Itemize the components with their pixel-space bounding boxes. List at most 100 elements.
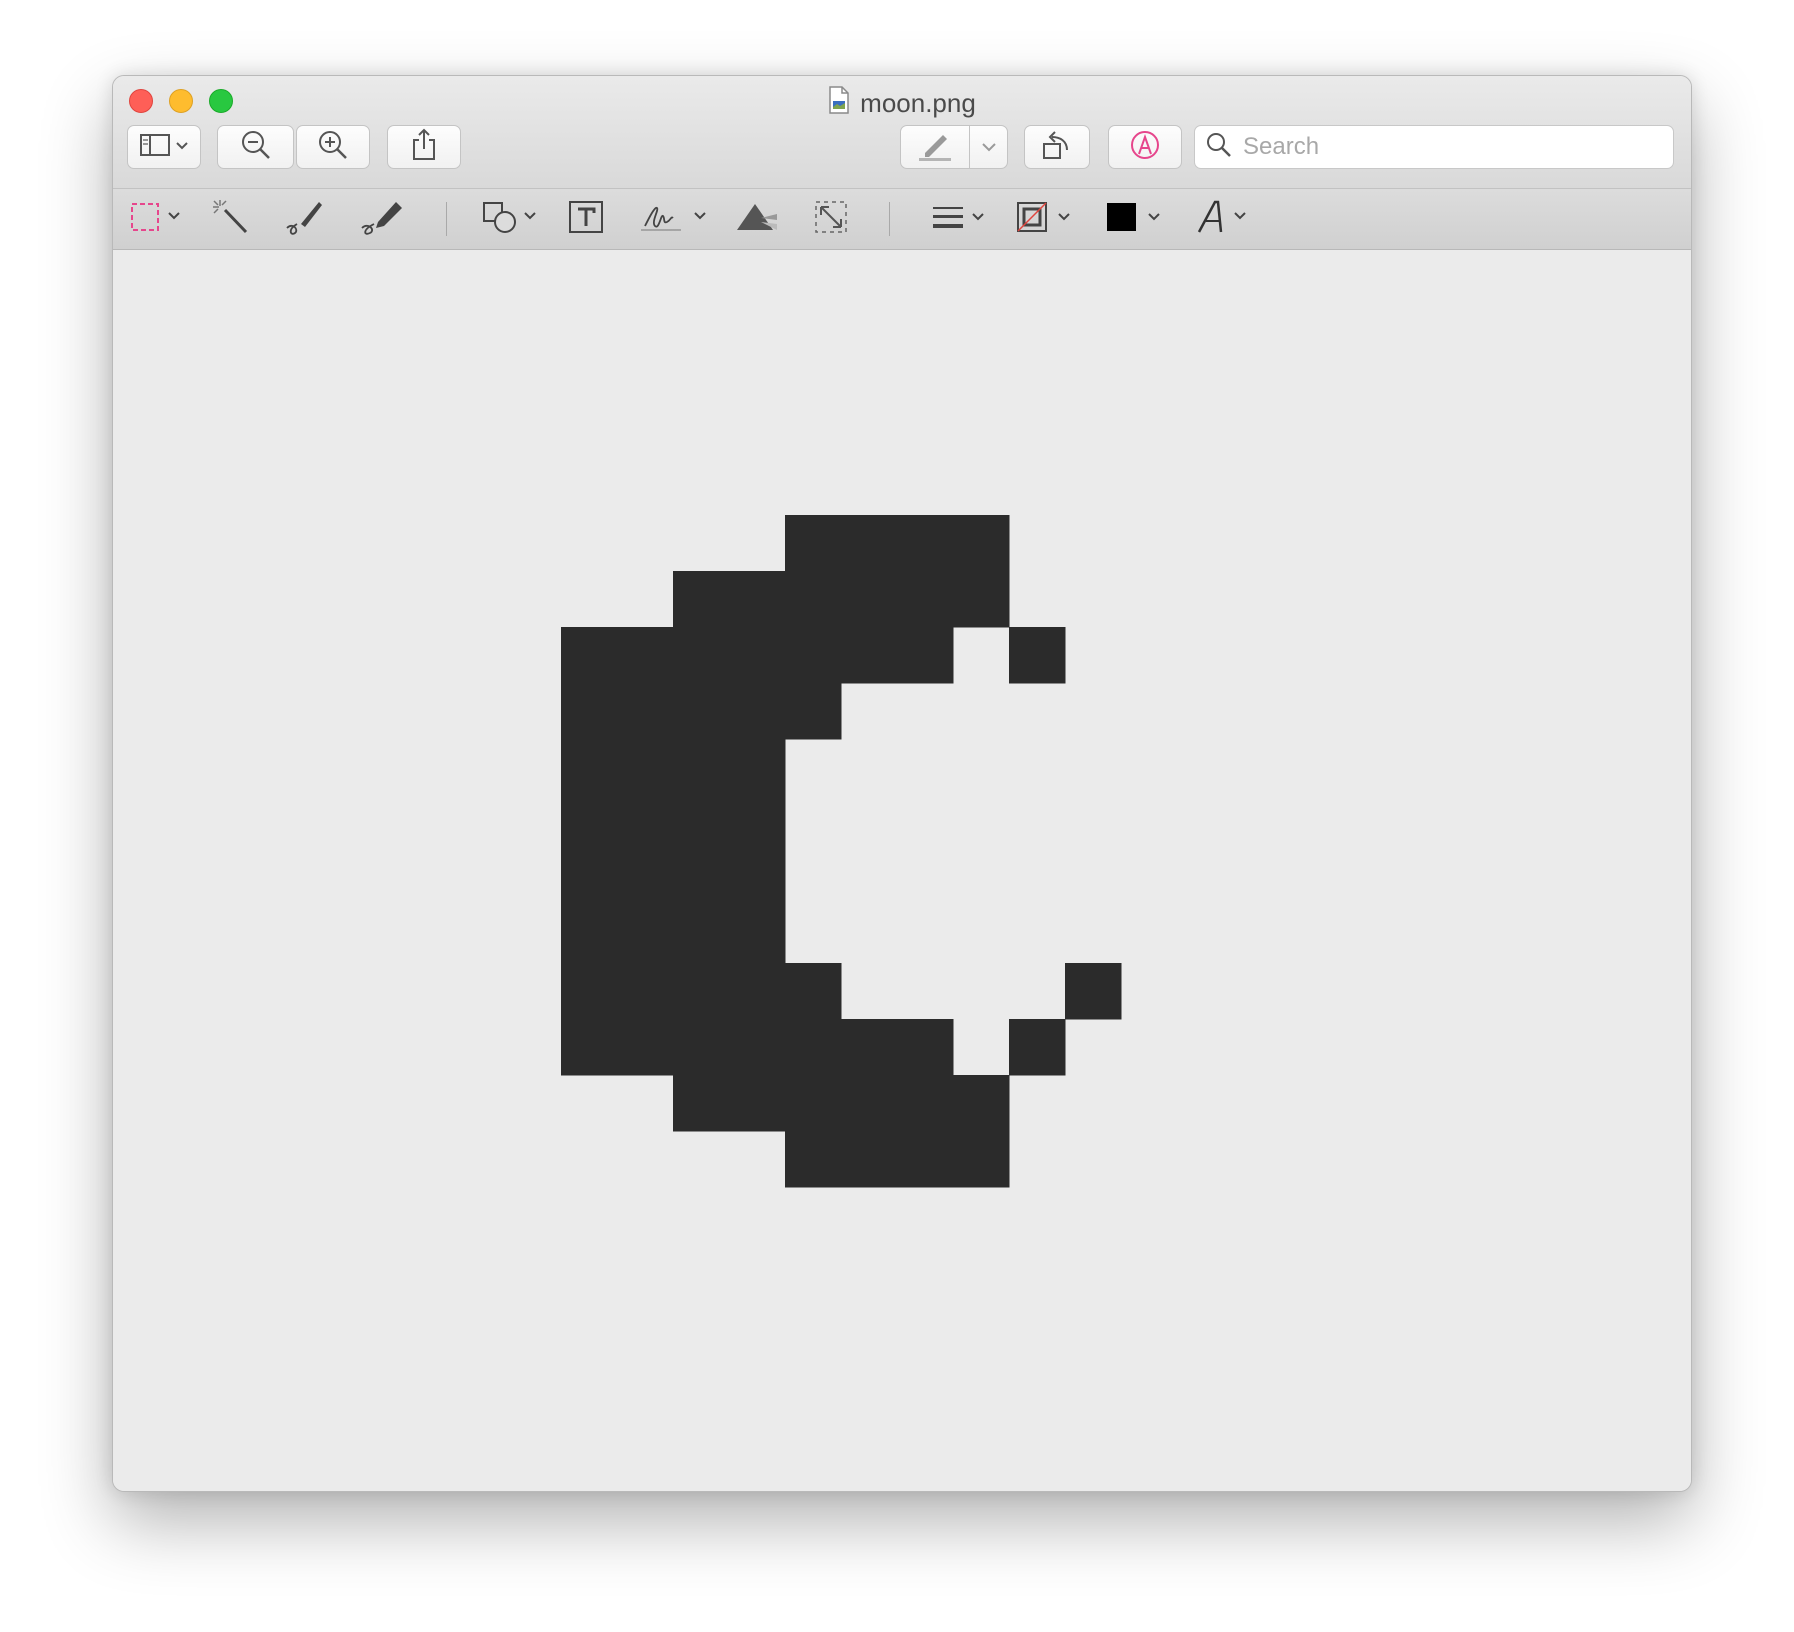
share-button[interactable] <box>387 125 461 169</box>
resize-icon <box>813 199 849 240</box>
border-color-icon <box>1015 199 1077 240</box>
adjust-size-tool[interactable] <box>813 199 849 239</box>
image-pixel <box>561 627 618 684</box>
moon-image <box>561 515 1122 1188</box>
window-title: moon.png <box>113 86 1691 121</box>
shapes-tool[interactable] <box>481 199 543 239</box>
image-pixel <box>617 851 674 908</box>
image-pixel <box>561 683 618 740</box>
sign-tool[interactable] <box>639 199 711 239</box>
rotate-icon <box>1040 128 1074 167</box>
signature-icon <box>639 198 711 241</box>
text-style-tool[interactable] <box>1195 199 1253 239</box>
image-pixel <box>785 515 842 572</box>
toolbar-separator <box>889 202 890 236</box>
image-pixel <box>673 739 730 796</box>
text-box-icon <box>567 198 605 241</box>
sketch-tool[interactable] <box>283 199 327 239</box>
draw-icon <box>358 198 406 241</box>
image-pixel <box>673 907 730 964</box>
image-pixel <box>617 795 674 852</box>
image-canvas <box>113 250 1691 1491</box>
zoom-out-button[interactable] <box>217 125 294 169</box>
image-pixel <box>561 851 618 908</box>
image-pixel <box>561 963 618 1020</box>
rectangular-selection-icon <box>129 199 187 240</box>
fill-color-swatch-icon <box>1105 199 1167 240</box>
prism-icon <box>733 198 781 241</box>
image-pixel <box>673 851 730 908</box>
rotate-button[interactable] <box>1024 125 1090 169</box>
sidebar-button[interactable] <box>127 125 201 169</box>
image-pixel <box>673 795 730 852</box>
window-title-text: moon.png <box>860 88 976 118</box>
image-pixel <box>785 1019 842 1076</box>
image-pixel <box>673 963 730 1020</box>
image-pixel <box>729 739 786 796</box>
image-pixel <box>953 515 1010 572</box>
title-bar: moon.png <box>113 76 1691 188</box>
preview-window: moon.png <box>112 75 1692 1492</box>
line-style-icon <box>929 199 989 240</box>
selection-tool[interactable] <box>129 199 187 239</box>
image-pixel <box>729 683 786 740</box>
image-pixel <box>841 1019 898 1076</box>
image-pixel <box>841 515 898 572</box>
font-icon <box>1195 198 1253 241</box>
image-pixel <box>729 795 786 852</box>
image-pixel <box>1009 627 1066 684</box>
markup-button[interactable] <box>1108 125 1182 169</box>
toolbar-separator <box>446 202 447 236</box>
image-pixel <box>841 571 898 628</box>
fill-color-tool[interactable] <box>1105 199 1167 239</box>
zoom-in-button[interactable] <box>296 125 370 169</box>
image-pixel <box>897 1019 954 1076</box>
image-pixel <box>673 571 730 628</box>
image-pixel <box>897 515 954 572</box>
markup-toolbar <box>113 188 1691 250</box>
image-pixel <box>729 851 786 908</box>
image-pixel <box>561 739 618 796</box>
draw-tool[interactable] <box>358 199 406 239</box>
image-pixel <box>617 683 674 740</box>
text-tool[interactable] <box>567 199 605 239</box>
image-pixel <box>897 571 954 628</box>
image-pixel <box>841 1075 898 1132</box>
image-pixel <box>1009 1019 1066 1076</box>
image-pixel <box>617 739 674 796</box>
share-icon <box>410 128 438 167</box>
image-pixel <box>785 963 842 1020</box>
image-pixel <box>785 1131 842 1188</box>
image-pixel <box>729 907 786 964</box>
border-color-tool[interactable] <box>1015 199 1077 239</box>
image-pixel <box>785 571 842 628</box>
image-pixel <box>729 963 786 1020</box>
document-icon <box>828 86 850 121</box>
image-pixel <box>953 1131 1010 1188</box>
image-pixel <box>617 1019 674 1076</box>
adjust-color-tool[interactable] <box>733 199 781 239</box>
image-pixel <box>673 683 730 740</box>
search-field[interactable] <box>1194 125 1674 169</box>
highlight-button[interactable] <box>900 125 1008 169</box>
image-pixel <box>785 683 842 740</box>
shapes-icon <box>481 198 543 241</box>
line-style-tool[interactable] <box>929 199 989 239</box>
image-pixel <box>785 1075 842 1132</box>
instant-alpha-tool[interactable] <box>211 199 251 239</box>
image-pixel <box>841 627 898 684</box>
search-input[interactable] <box>1241 132 1655 162</box>
image-pixel <box>561 795 618 852</box>
image-pixel <box>561 1019 618 1076</box>
image-pixel <box>953 571 1010 628</box>
image-pixel <box>897 627 954 684</box>
image-pixel <box>897 1075 954 1132</box>
zoom-in-icon <box>317 129 349 166</box>
image-pixel <box>561 907 618 964</box>
image-pixel <box>729 1075 786 1132</box>
image-pixel <box>617 627 674 684</box>
image-pixel <box>617 963 674 1020</box>
image-pixel <box>785 627 842 684</box>
image-pixel <box>1065 963 1122 1020</box>
chevron-down-icon[interactable] <box>970 142 1007 152</box>
